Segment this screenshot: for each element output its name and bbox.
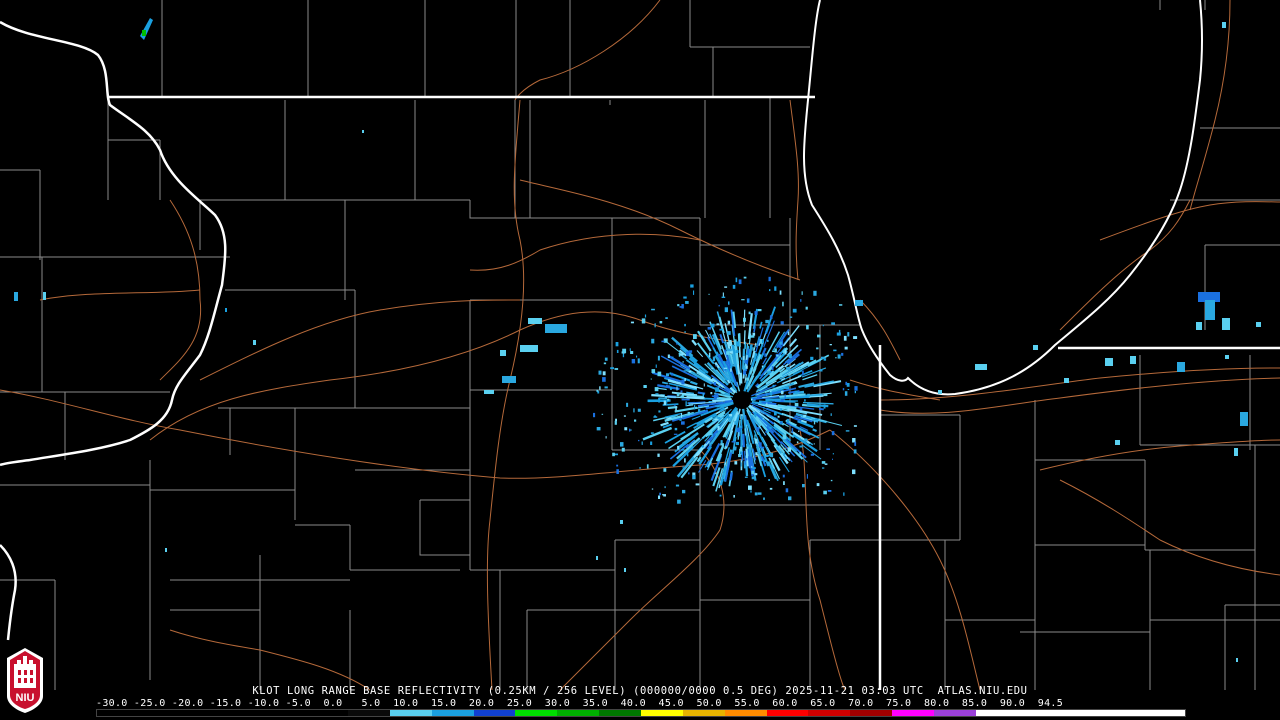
color-scale-swatch [557,710,600,716]
color-scale-swatch [1059,710,1102,716]
color-scale-swatch [1143,710,1185,716]
color-scale-swatch [1017,710,1060,716]
color-scale-swatch [1101,710,1144,716]
color-scale-swatch [473,710,516,716]
color-scale-swatch [222,710,265,716]
color-scale-swatch [431,710,474,716]
niu-logo-text: NIU [16,692,35,704]
color-scale-swatch [766,710,809,716]
color-scale-labels: -30.0 -25.0 -20.0 -15.0 -10.0 -5.0 0.0 5… [96,698,1064,709]
color-scale-swatch [850,710,893,716]
color-scale-swatch [389,710,432,716]
scattered-echoes [14,18,1261,662]
color-scale-bar [96,709,1186,717]
color-scale-swatch [515,710,558,716]
color-scale-swatch [264,710,307,716]
color-scale-swatch [682,710,725,716]
color-scale-swatch [892,710,934,716]
highways [0,0,1280,691]
niu-logo: NIU [7,648,43,713]
product-caption: KLOT LONG RANGE BASE REFLECTIVITY (0.25K… [252,685,1028,697]
color-scale-swatch [138,710,181,716]
color-scale-swatch [808,710,851,716]
color-scale-swatch [975,710,1018,716]
radar-echo-field [593,276,858,504]
county-boundaries [0,0,1280,690]
color-scale-swatch [348,710,390,716]
lake-michigan-shoreline [803,0,1203,396]
color-scale-swatch [724,710,767,716]
color-scale-swatch [97,710,139,716]
color-scale-swatch [306,710,349,716]
color-scale-swatch [640,710,683,716]
color-scale-swatch [180,710,223,716]
radar-map [0,0,1280,691]
state-boundaries [0,20,1280,690]
color-scale-swatch [933,710,976,716]
color-scale-swatch [599,710,641,716]
